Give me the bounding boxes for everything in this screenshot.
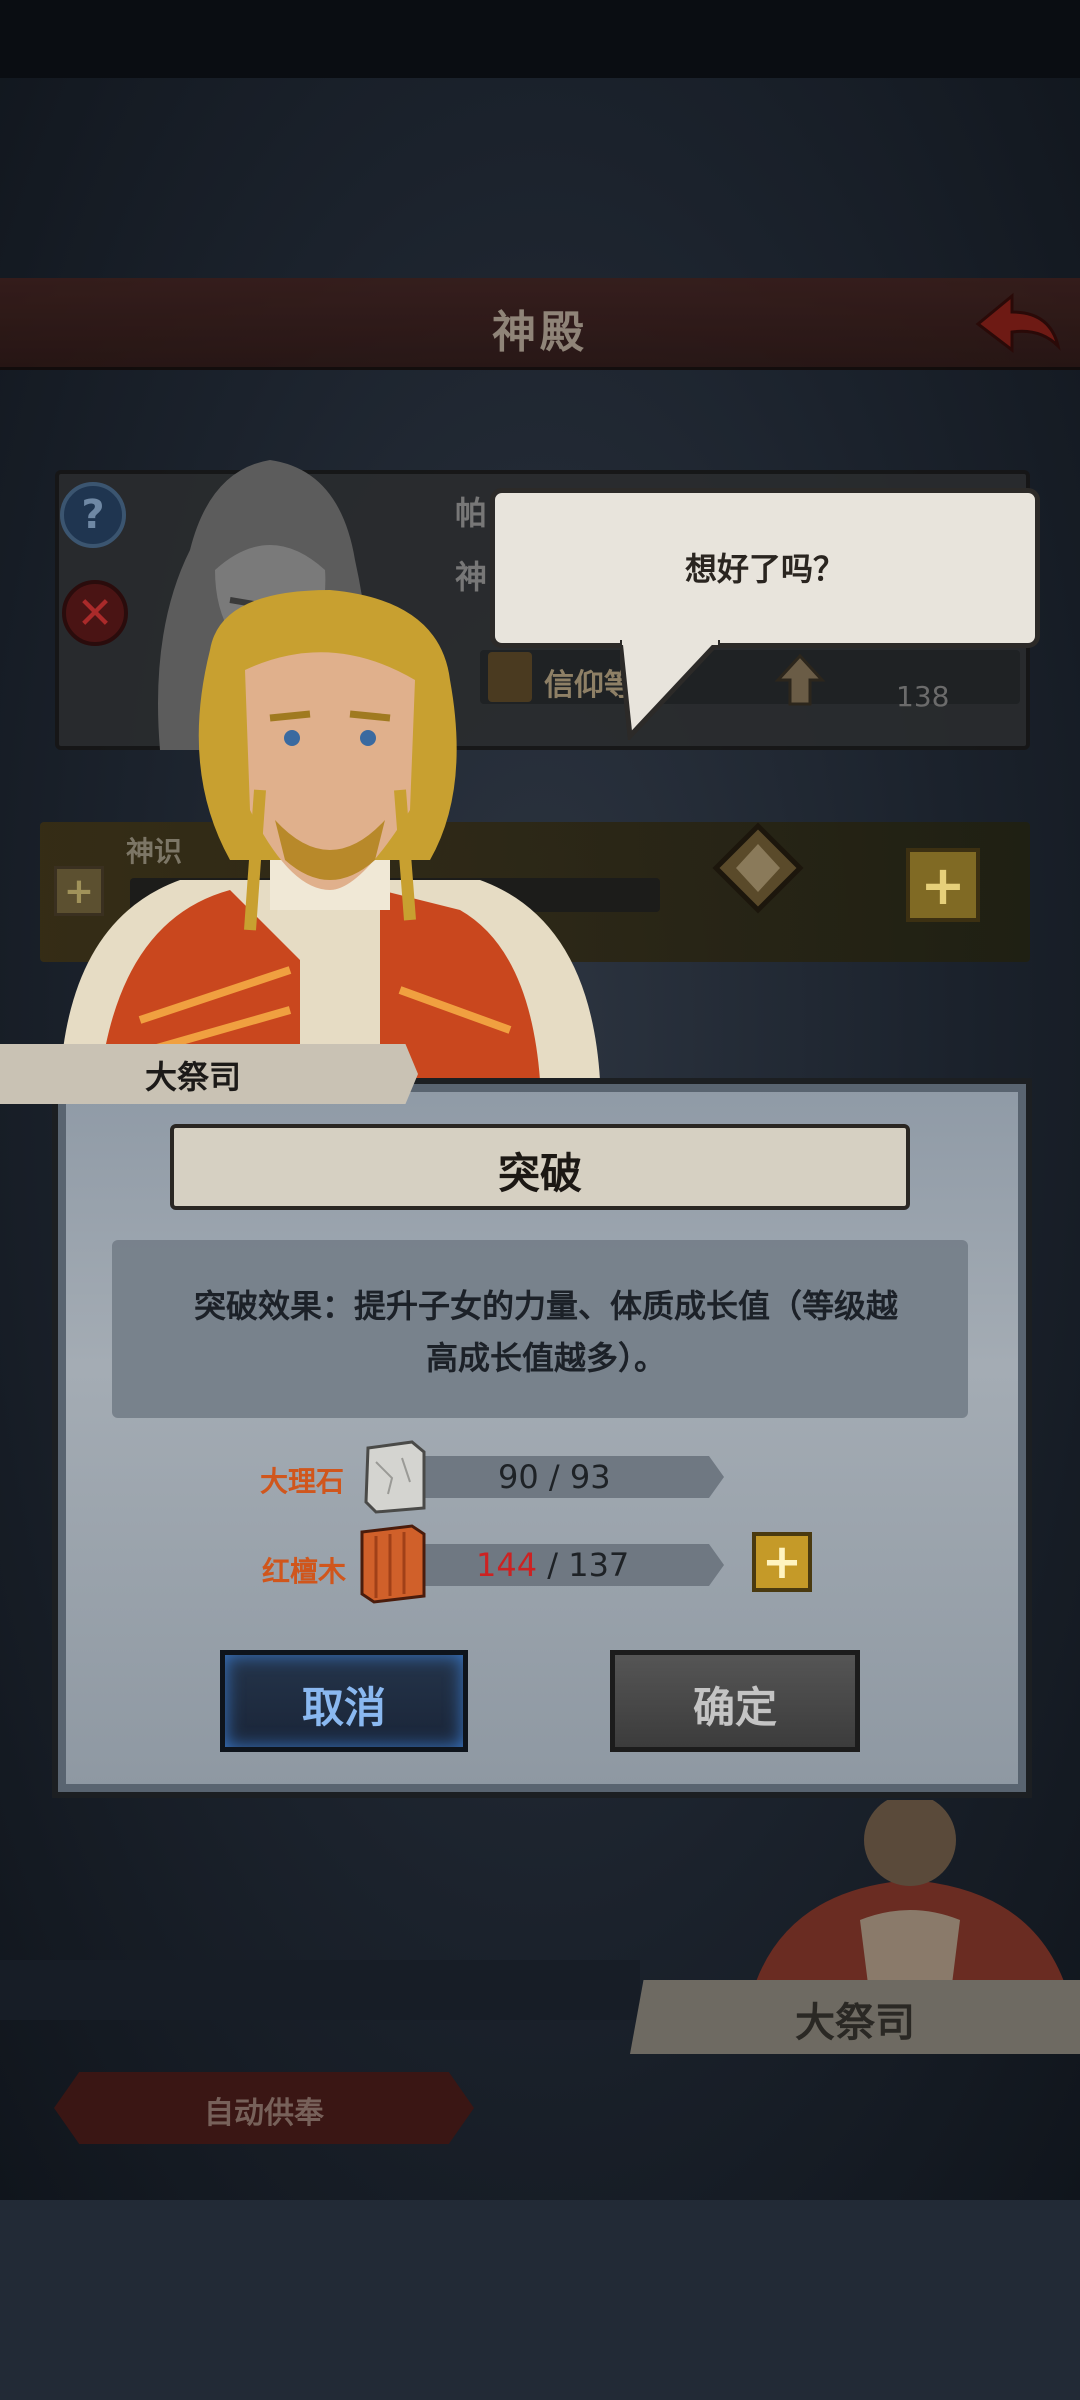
material-have-marble: 90 bbox=[498, 1458, 539, 1496]
cancel-label: 取消 bbox=[301, 1683, 386, 1732]
material-have-red-sandalwood: 144 bbox=[476, 1546, 538, 1584]
effect-line-2: 高成长值越多）。 bbox=[425, 1339, 666, 1377]
status-bar-area bbox=[0, 0, 1080, 78]
dialog-title: 突破 bbox=[497, 1149, 582, 1198]
red-sandalwood-icon bbox=[360, 1524, 426, 1604]
high-priest-portrait bbox=[60, 590, 600, 1080]
auto-offer-label: 自动供奉 bbox=[204, 2096, 324, 2131]
speech-bubble-tail bbox=[620, 640, 720, 740]
material-need-red-sandalwood: 137 bbox=[568, 1546, 630, 1584]
count-separator: / bbox=[537, 1546, 569, 1584]
confirm-label: 确定 bbox=[692, 1683, 777, 1732]
priest-thumbnail bbox=[750, 1800, 1070, 2000]
back-arrow-icon[interactable] bbox=[968, 288, 1064, 360]
speaker-name: 大祭司 bbox=[145, 1058, 242, 1096]
deity-name-fragment: 帕 bbox=[455, 494, 488, 532]
temple-emblem-icon bbox=[712, 822, 804, 914]
material-need-marble: 93 bbox=[569, 1458, 611, 1496]
effect-line-1: 突破效果：提升子女的力量、体质成长值（等级越 bbox=[193, 1287, 898, 1325]
marble-icon bbox=[364, 1440, 426, 1514]
help-icon[interactable]: ? bbox=[60, 482, 126, 548]
material-label-red-sandalwood: 红檀木 bbox=[262, 1555, 347, 1588]
add-material-button[interactable]: + bbox=[752, 1532, 812, 1592]
sense-add-button-right[interactable]: + bbox=[906, 848, 980, 922]
effect-description: 突破效果：提升子女的力量、体质成长值（等级越 高成长值越多）。 bbox=[136, 1280, 956, 1384]
material-count-marble: 90 / 93 bbox=[498, 1458, 611, 1496]
faith-level-value: 138 bbox=[896, 680, 950, 713]
bottom-area bbox=[0, 2200, 1080, 2400]
bottom-character-name: 大祭司 bbox=[795, 2000, 915, 2046]
material-count-red-sandalwood: 144 / 137 bbox=[476, 1546, 629, 1584]
speech-text: 想好了吗？ bbox=[684, 550, 845, 588]
material-label-marble: 大理石 bbox=[260, 1465, 345, 1498]
upgrade-arrow-icon bbox=[774, 653, 826, 706]
floor-shadow bbox=[0, 1960, 640, 2020]
count-separator: / bbox=[538, 1458, 570, 1496]
page-title: 神殿 bbox=[492, 307, 588, 358]
